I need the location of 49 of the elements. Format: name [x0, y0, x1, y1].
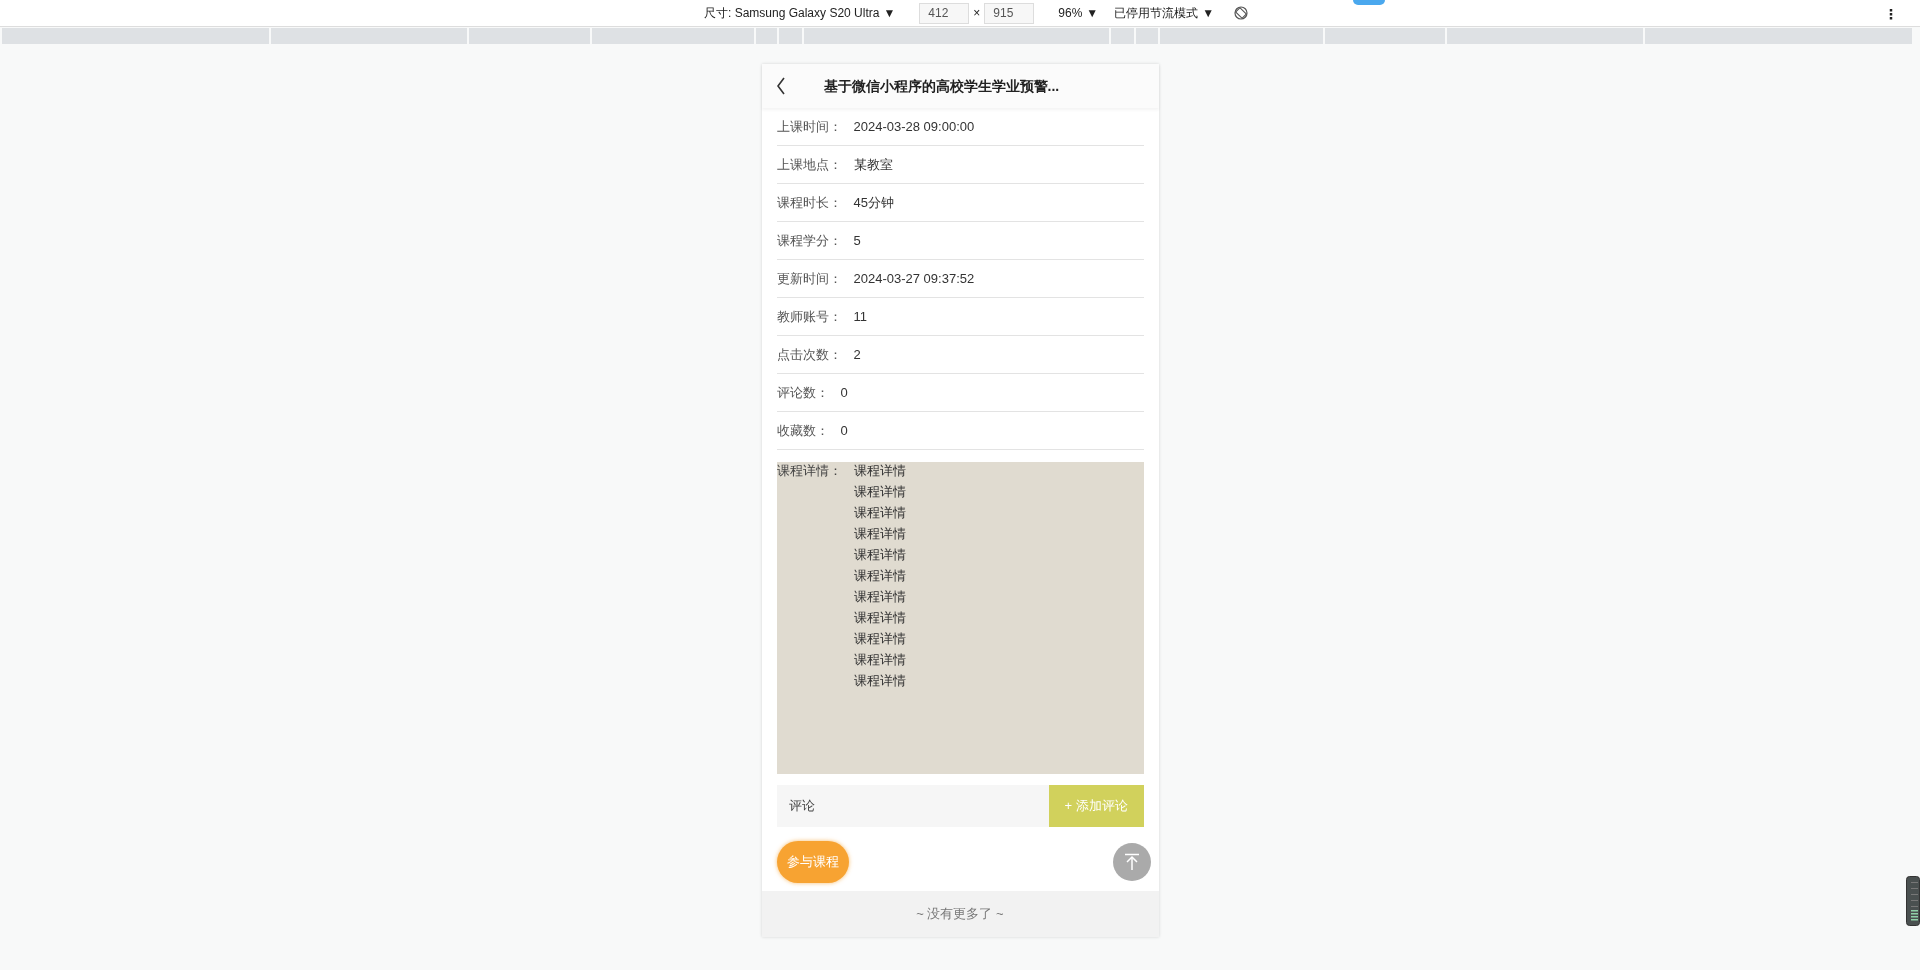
caret-icon[interactable]: ▼ — [883, 4, 896, 22]
more-menu-icon[interactable]: ⋮ — [1884, 4, 1898, 25]
field-label: 上课时间： — [776, 117, 842, 136]
detail-text: 课程详情 — [853, 567, 906, 584]
field-value: 2024-03-28 09:00:00 — [853, 117, 975, 136]
field-label: 课程时长： — [776, 193, 842, 212]
field-value: 0 — [840, 383, 848, 402]
level-meter-drawing — [1906, 876, 1920, 926]
caret-icon[interactable]: ▼ — [1202, 4, 1215, 22]
throttle-label[interactable]: 已停用节流模式 — [1114, 4, 1199, 22]
detail-text: 课程详情 — [853, 630, 906, 647]
detail-text: 课程详情 — [853, 672, 906, 689]
caret-icon[interactable]: ▼ — [1086, 4, 1099, 22]
detail-text: 课程详情 — [853, 546, 906, 563]
detail-text: 课程详情 — [853, 651, 906, 668]
zoom-label[interactable]: 96% — [1058, 4, 1083, 22]
detail-text: 课程详情 — [853, 462, 906, 479]
field-value: 11 — [853, 307, 867, 326]
extension-icon[interactable] — [1353, 0, 1385, 5]
times-sign: × — [973, 5, 981, 22]
field-value: 2 — [853, 345, 861, 364]
detail-text: 课程详情 — [853, 609, 906, 626]
end-of-list-text: ~ 没有更多了 ~ — [916, 905, 1004, 924]
back-to-top-button[interactable] — [1112, 843, 1151, 881]
field-value: 45分钟 — [853, 193, 894, 212]
device-label: 尺寸: Samsung Galaxy S20 Ultra — [704, 5, 880, 22]
field-label: 教师账号： — [776, 307, 842, 326]
field-label: 评论数： — [776, 383, 829, 402]
detail-text: 课程详情 — [853, 525, 906, 542]
field-value: 某教室 — [853, 155, 893, 174]
rotate-icon[interactable] — [1234, 6, 1249, 20]
field-label: 课程详情： — [776, 462, 842, 480]
detail-text: 课程详情 — [853, 588, 906, 605]
field-label: 课程学分： — [776, 231, 842, 250]
back-icon[interactable] — [775, 77, 786, 95]
detail-text: 课程详情 — [853, 504, 906, 521]
page-title: 基于微信小程序的高校学生学业预警... — [823, 76, 1060, 96]
detail-text: 课程详情 — [853, 483, 906, 500]
field-value: 0 — [840, 421, 848, 440]
height-field[interactable]: 915 — [984, 2, 1035, 24]
comment-field[interactable]: 评论 — [776, 785, 1049, 827]
field-value: 5 — [853, 231, 861, 250]
field-label: 上课地点： — [776, 155, 842, 174]
width-field[interactable]: 412 — [919, 2, 970, 24]
field-label: 收藏数： — [776, 421, 829, 440]
arrow-up-icon — [1123, 853, 1140, 871]
field-label: 点击次数： — [776, 345, 842, 364]
field-value: 2024-03-27 09:37:52 — [853, 269, 975, 288]
field-label: 更新时间： — [776, 269, 842, 288]
